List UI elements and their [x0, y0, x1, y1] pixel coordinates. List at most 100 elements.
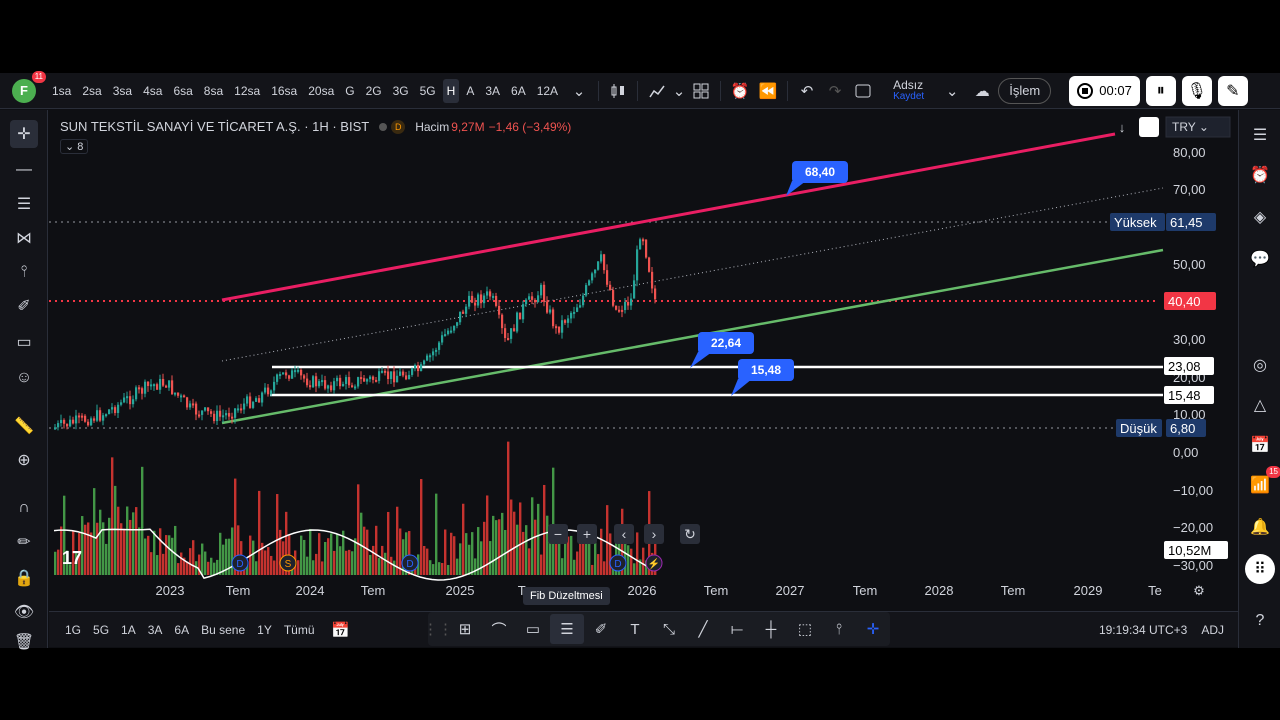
magnet-icon[interactable]: ∩	[10, 494, 38, 522]
range-1Y[interactable]: 1Y	[251, 623, 278, 637]
layers-icon[interactable]: ◈	[1245, 202, 1275, 232]
crosshair-icon[interactable]: ✛	[10, 120, 38, 148]
chevron-down-icon[interactable]: ⌄	[671, 77, 687, 105]
cloud-icon[interactable]: ☁	[968, 77, 996, 105]
user-avatar[interactable]: F 11	[12, 70, 46, 103]
indicator-toggle[interactable]: ⌄ 8	[60, 139, 89, 154]
event-marker-label: D	[406, 559, 413, 570]
apps-icon[interactable]: ⠿	[1245, 554, 1275, 584]
drag-handle-icon[interactable]: ⋮⋮	[423, 614, 453, 644]
microphone-icon[interactable]: 🎙	[1181, 75, 1212, 106]
timeframe-8sa[interactable]: 8sa	[200, 79, 227, 103]
chart-canvas[interactable]: 80,0070,0050,0030,0020,0010,000,00−10,00…	[49, 110, 1238, 611]
currency-label: TRY ⌄	[1172, 120, 1209, 134]
fullscreen-icon[interactable]	[849, 77, 877, 105]
record-button[interactable]: 00:07	[1069, 75, 1140, 106]
candle	[450, 330, 453, 333]
timeframe-H[interactable]: H	[442, 78, 460, 103]
text-tool-icon[interactable]: T	[618, 614, 652, 644]
long-position-icon[interactable]: ⫯	[822, 614, 856, 644]
zoom-icon[interactable]: ⊕	[10, 446, 38, 474]
redo-icon[interactable]: ↷	[821, 77, 849, 105]
timeframe-5G[interactable]: 5G	[416, 79, 440, 103]
pause-icon[interactable]: ⏸	[1145, 75, 1176, 106]
candle	[231, 416, 234, 419]
ideas-icon[interactable]: △	[1245, 390, 1275, 420]
timeframe-A[interactable]: A	[462, 79, 478, 103]
range-Tümü[interactable]: Tümü	[278, 623, 321, 637]
candle-style-icon[interactable]	[604, 77, 632, 105]
target-icon[interactable]: ◎	[1245, 350, 1275, 380]
trade-button[interactable]: İşlem	[998, 77, 1052, 104]
undo-icon[interactable]: ↶	[793, 77, 821, 105]
cross-line-icon[interactable]: ┼	[754, 614, 788, 644]
timeframe-4sa[interactable]: 4sa	[139, 79, 166, 103]
frame-icon[interactable]: ⊞	[448, 614, 482, 644]
chevron-down-icon[interactable]: ⌄	[565, 77, 593, 105]
stream-icon[interactable]: 📶 15	[1245, 466, 1280, 500]
lock-icon[interactable]: 🔒	[10, 564, 38, 592]
path-icon[interactable]: ⤡	[652, 614, 686, 644]
volume-bar	[465, 533, 468, 575]
ruler-icon[interactable]: 📏	[10, 412, 38, 440]
fib-retracement-icon[interactable]: ☰	[550, 614, 584, 644]
prediction-icon[interactable]: ⫯	[10, 258, 38, 286]
timeframe-12sa[interactable]: 12sa	[230, 79, 264, 103]
timeframe-20sa[interactable]: 20sa	[304, 79, 338, 103]
range-3A[interactable]: 3A	[142, 623, 169, 637]
timeframe-1sa[interactable]: 1sa	[48, 79, 75, 103]
candle	[633, 280, 636, 299]
watchlist-icon[interactable]: ☰	[1245, 120, 1275, 150]
emoji-icon[interactable]: ☺	[10, 364, 38, 392]
stay-drawing-icon[interactable]: ✏	[10, 528, 38, 556]
layout-name[interactable]: Adsız Kaydet	[893, 79, 924, 103]
hline-icon[interactable]: ⟝	[720, 614, 754, 644]
timeframe-6sa[interactable]: 6sa	[169, 79, 196, 103]
range-1G[interactable]: 1G	[59, 623, 87, 637]
timeframe-G[interactable]: G	[341, 79, 358, 103]
crosshair-active-icon[interactable]: ✛	[856, 614, 890, 644]
callout-icon[interactable]: ▭	[516, 614, 550, 644]
timeframe-3sa[interactable]: 3sa	[109, 79, 136, 103]
candle	[384, 370, 387, 373]
candle	[261, 392, 264, 403]
eye-icon[interactable]: 👁	[10, 598, 38, 626]
alert-icon[interactable]: ⏰	[726, 77, 754, 105]
trash-icon[interactable]: 🗑	[10, 628, 38, 656]
brush-icon[interactable]: ✐	[584, 614, 618, 644]
save-link[interactable]: Kaydet	[893, 91, 924, 103]
indicators-icon[interactable]	[643, 77, 671, 105]
timeframe-16sa[interactable]: 16sa	[267, 79, 301, 103]
fib-tool-icon[interactable]: ☰	[10, 190, 38, 218]
rectangle-icon[interactable]: ⬚	[788, 614, 822, 644]
draw-pen-icon[interactable]: ✎	[1217, 75, 1248, 106]
trend-line-icon[interactable]: ―	[10, 156, 38, 184]
range-6A[interactable]: 6A	[168, 623, 195, 637]
adj-button[interactable]: ADJ	[1201, 623, 1224, 637]
timeframe-6A[interactable]: 6A	[507, 79, 530, 103]
templates-icon[interactable]	[687, 77, 715, 105]
timeframe-2sa[interactable]: 2sa	[78, 79, 105, 103]
goto-date-icon[interactable]: 📅	[327, 616, 355, 644]
range-Bu sene[interactable]: Bu sene	[195, 623, 251, 637]
volume-bar	[360, 512, 363, 575]
replay-icon[interactable]: ⏪	[754, 77, 782, 105]
text-icon[interactable]: ▭	[10, 328, 38, 356]
curve-icon[interactable]: ⌒	[482, 614, 516, 644]
chat-icon[interactable]: 💬	[1245, 244, 1275, 274]
bell-icon[interactable]: 🔔	[1245, 512, 1275, 542]
calendar-icon[interactable]: 📅	[1245, 430, 1275, 460]
timeframe-3G[interactable]: 3G	[389, 79, 413, 103]
alerts-clock-icon[interactable]: ⏰	[1245, 160, 1275, 190]
clock[interactable]: 19:19:34 UTC+3	[1099, 623, 1187, 637]
pattern-icon[interactable]: ⋈	[10, 224, 38, 252]
chevron-down-icon[interactable]: ⌄	[938, 77, 966, 105]
line-icon[interactable]: ╱	[686, 614, 720, 644]
timeframe-3A[interactable]: 3A	[481, 79, 504, 103]
range-5G[interactable]: 5G	[87, 623, 115, 637]
brush-icon[interactable]: ✐	[10, 292, 38, 320]
range-1A[interactable]: 1A	[115, 623, 142, 637]
help-icon[interactable]: ?	[1245, 606, 1275, 636]
timeframe-12A[interactable]: 12A	[533, 79, 562, 103]
timeframe-2G[interactable]: 2G	[362, 79, 386, 103]
